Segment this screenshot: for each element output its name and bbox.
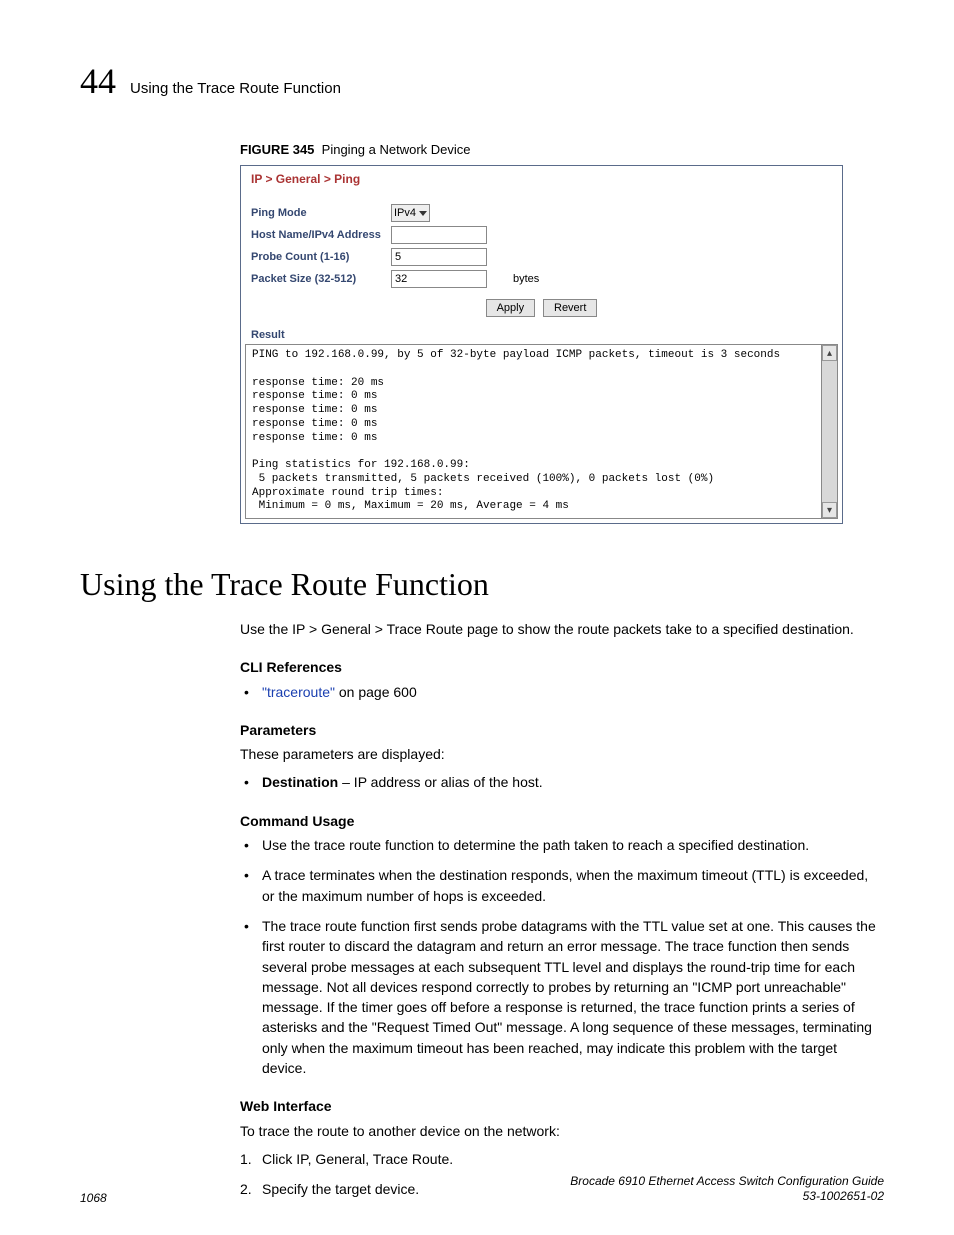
web-interface-step: Click IP, General, Trace Route. — [240, 1149, 884, 1169]
breadcrumb: IP > General > Ping — [241, 166, 842, 196]
page-footer: 1068 Brocade 6910 Ethernet Access Switch… — [80, 1174, 884, 1205]
parameters-intro: These parameters are displayed: — [240, 744, 884, 764]
cli-reference-suffix: on page 600 — [335, 684, 417, 700]
probe-count-label: Probe Count (1-16) — [251, 251, 391, 263]
intro-paragraph: Use the IP > General > Trace Route page … — [240, 619, 884, 639]
command-usage-item: A trace terminates when the destination … — [240, 865, 884, 906]
result-output: PING to 192.168.0.99, by 5 of 32-byte pa… — [246, 345, 821, 518]
ping-mode-label: Ping Mode — [251, 207, 391, 219]
chapter-number: 44 — [80, 60, 116, 102]
page-header: 44 Using the Trace Route Function — [80, 60, 884, 102]
section-heading: Using the Trace Route Function — [80, 566, 884, 603]
doc-id: 53-1002651-02 — [570, 1189, 884, 1205]
cli-reference-item: "traceroute" on page 600 — [240, 682, 884, 702]
packet-size-unit: bytes — [513, 273, 539, 285]
figure-caption-text: Pinging a Network Device — [322, 142, 471, 157]
chevron-down-icon — [419, 211, 427, 216]
packet-size-label: Packet Size (32-512) — [251, 273, 391, 285]
revert-button[interactable]: Revert — [543, 299, 597, 317]
cli-references-heading: CLI References — [240, 657, 884, 677]
ping-form: Ping Mode IPv4 Host Name/IPv4 Address Pr… — [241, 196, 842, 329]
ping-panel: IP > General > Ping Ping Mode IPv4 Host … — [240, 165, 843, 524]
result-box: PING to 192.168.0.99, by 5 of 32-byte pa… — [245, 344, 838, 519]
scroll-up-icon[interactable]: ▴ — [822, 345, 837, 361]
running-title: Using the Trace Route Function — [130, 80, 341, 97]
figure-label: FIGURE 345 — [240, 142, 314, 157]
web-interface-heading: Web Interface — [240, 1096, 884, 1116]
apply-button[interactable]: Apply — [486, 299, 536, 317]
parameters-heading: Parameters — [240, 720, 884, 740]
parameter-destination: Destination – IP address or alias of the… — [240, 772, 884, 792]
command-usage-heading: Command Usage — [240, 811, 884, 831]
result-label: Result — [241, 329, 842, 344]
doc-title: Brocade 6910 Ethernet Access Switch Conf… — [570, 1174, 884, 1190]
host-address-label: Host Name/IPv4 Address — [251, 229, 391, 241]
ping-mode-select[interactable]: IPv4 — [391, 204, 430, 222]
page-number: 1068 — [80, 1191, 107, 1205]
packet-size-input[interactable] — [391, 270, 487, 288]
traceroute-link[interactable]: "traceroute" — [262, 684, 335, 700]
result-scrollbar[interactable]: ▴ ▾ — [821, 345, 837, 518]
command-usage-item: The trace route function first sends pro… — [240, 916, 884, 1078]
command-usage-item: Use the trace route function to determin… — [240, 835, 884, 855]
probe-count-input[interactable] — [391, 248, 487, 266]
scroll-down-icon[interactable]: ▾ — [822, 502, 837, 518]
figure-caption: FIGURE 345 Pinging a Network Device — [240, 142, 884, 157]
host-address-input[interactable] — [391, 226, 487, 244]
web-interface-intro: To trace the route to another device on … — [240, 1121, 884, 1141]
